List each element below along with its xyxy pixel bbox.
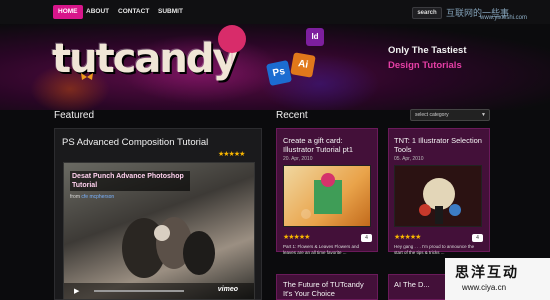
- nav-about[interactable]: ABOUT: [86, 5, 109, 19]
- tagline-secondary: Design Tutorials: [388, 60, 462, 71]
- post-excerpt: Hey gang . . . I'm proud to announce the…: [394, 244, 475, 255]
- video-artwork: [122, 217, 215, 278]
- post-thumbnail[interactable]: [283, 165, 371, 227]
- featured-title[interactable]: PS Advanced Composition Tutorial: [62, 137, 208, 148]
- illustrator-badge: Ai: [290, 52, 316, 78]
- butterfly-icon: [81, 73, 93, 80]
- vimeo-logo[interactable]: vimeo: [218, 286, 238, 293]
- top-nav: HOME ABOUT CONTACT SUBMIT search 互联网的一些事…: [0, 0, 550, 24]
- post-title[interactable]: The Future of TUTcandy It's Your Choice: [283, 280, 373, 298]
- video-progress-bar[interactable]: [94, 290, 184, 292]
- watermark-url: www.yixieshi.com: [480, 15, 528, 21]
- post-title[interactable]: TNT: 1 Illustrator Selection Tools: [394, 136, 484, 154]
- post-rating: ★★★★★: [283, 234, 310, 241]
- nav-submit[interactable]: SUBMIT: [158, 5, 183, 19]
- post-thumbnail[interactable]: [394, 165, 482, 227]
- category-select[interactable]: select category ▼: [410, 109, 490, 121]
- post-date: 20. Apr, 2010: [283, 156, 313, 162]
- photoshop-badge: Ps: [265, 59, 293, 87]
- post-rating: ★★★★★: [394, 234, 421, 241]
- play-icon[interactable]: ▶: [74, 287, 79, 295]
- site-header: tutcandy Ps Ai Id Only The Tastiest Desi…: [0, 24, 550, 110]
- watermark-text: 思洋互动: [455, 264, 519, 280]
- recent-heading: Recent: [276, 110, 308, 121]
- video-controls: ▶ vimeo: [64, 283, 254, 299]
- byline-prefix: from: [70, 194, 80, 200]
- nav-home[interactable]: HOME: [53, 5, 83, 19]
- chevron-down-icon: ▼: [481, 112, 486, 118]
- tagline-primary: Only The Tastiest: [388, 45, 467, 56]
- nav-contact[interactable]: CONTACT: [118, 5, 149, 19]
- post-date: 05. Apr, 2010: [394, 156, 424, 162]
- indesign-badge: Id: [306, 28, 324, 46]
- watermark-url: www.ciya.cn: [462, 283, 507, 292]
- video-title[interactable]: Desat Punch Advance Photoshop Tutorial: [70, 171, 190, 191]
- balloon-icon: [218, 25, 246, 64]
- gift-card-artwork: [301, 173, 342, 219]
- featured-rating: ★★★★★: [218, 151, 245, 158]
- video-byline: from cfe mcpherson: [70, 194, 114, 200]
- post-title[interactable]: Create a gift card: Illustrator Tutorial…: [283, 136, 373, 154]
- featured-heading: Featured: [54, 110, 95, 121]
- search-button[interactable]: search: [412, 7, 442, 19]
- video-player[interactable]: Desat Punch Advance Photoshop Tutorial f…: [63, 162, 255, 300]
- comment-count[interactable]: 4: [472, 234, 483, 242]
- video-author-link[interactable]: cfe mcpherson: [81, 194, 114, 200]
- category-select-label: select category: [415, 112, 449, 118]
- post-excerpt: Part 1: Flowers & Leaves Flowers and lea…: [283, 244, 360, 255]
- illustrator-artwork: [419, 178, 461, 224]
- comment-count[interactable]: 4: [361, 234, 372, 242]
